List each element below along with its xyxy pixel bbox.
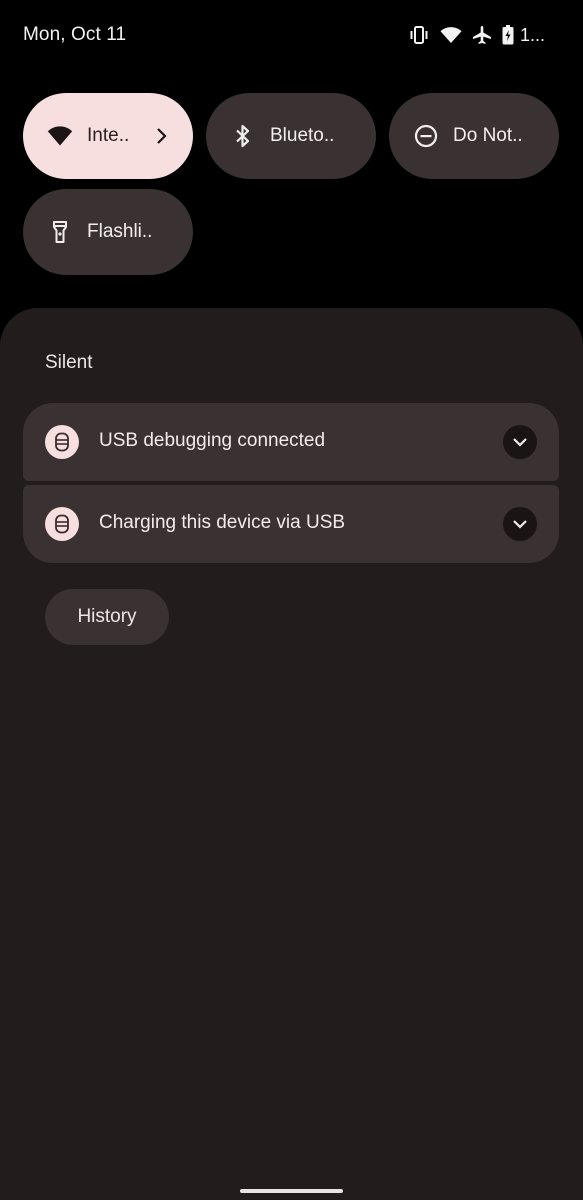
tile-do-not-disturb[interactable]: Do Not.. xyxy=(389,93,559,179)
chevron-down-icon[interactable] xyxy=(503,507,537,541)
status-bar: Mon, Oct 11 1... xyxy=(0,0,583,72)
notification-title: Charging this device via USB xyxy=(99,512,346,533)
notification-shade: Silent USB debugging connected Charging … xyxy=(0,308,583,1200)
airplane-icon xyxy=(472,25,492,45)
usb-icon xyxy=(45,425,79,459)
battery-percentage: 1... xyxy=(519,24,545,45)
usb-icon xyxy=(45,507,79,541)
battery-charging-icon xyxy=(502,25,514,45)
vibrate-icon xyxy=(408,26,430,44)
tile-bluetooth-label: Blueto.. xyxy=(270,125,335,146)
do-not-disturb-icon xyxy=(413,123,439,149)
tile-bluetooth[interactable]: Blueto.. xyxy=(206,93,376,179)
wifi-icon xyxy=(440,26,462,44)
tile-flashlight-label: Flashli.. xyxy=(87,221,153,242)
notification-usb-debugging[interactable]: USB debugging connected xyxy=(23,403,559,481)
history-button[interactable]: History xyxy=(45,589,169,645)
tile-internet[interactable]: Inte.. xyxy=(23,93,193,179)
status-icons: 1... xyxy=(408,22,545,48)
chevron-right-icon[interactable] xyxy=(151,123,171,149)
tile-internet-label: Inte.. xyxy=(87,125,130,146)
notification-usb-charging[interactable]: Charging this device via USB xyxy=(23,485,559,563)
status-date: Mon, Oct 11 xyxy=(23,24,127,45)
chevron-down-icon[interactable] xyxy=(503,425,537,459)
section-title-silent: Silent xyxy=(45,352,93,373)
notification-title: USB debugging connected xyxy=(99,430,326,451)
wifi-icon xyxy=(47,123,73,149)
navigation-handle[interactable] xyxy=(240,1189,343,1193)
tile-flashlight[interactable]: Flashli.. xyxy=(23,189,193,275)
bluetooth-icon xyxy=(230,123,256,149)
tile-do-not-disturb-label: Do Not.. xyxy=(453,125,523,146)
flashlight-icon xyxy=(47,219,73,245)
